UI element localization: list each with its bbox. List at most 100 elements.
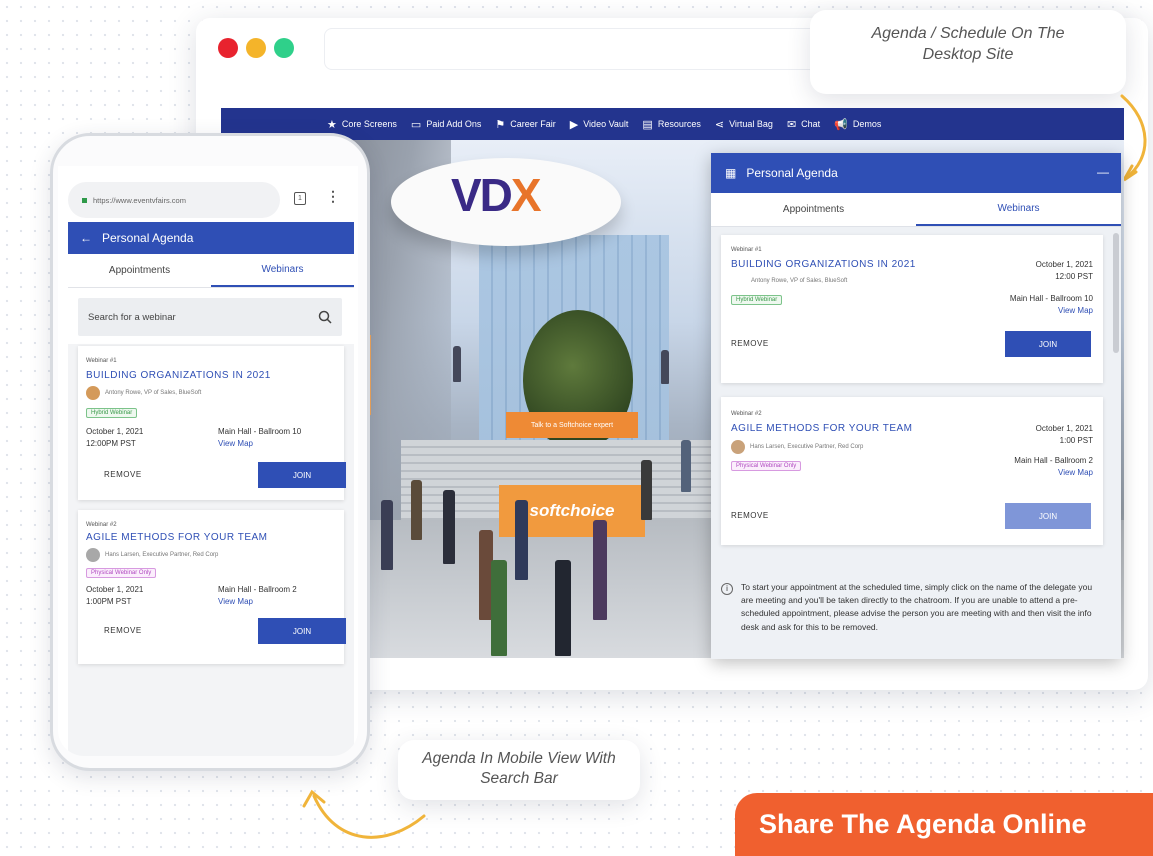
nav-label: Chat — [801, 119, 821, 129]
nav-chat[interactable]: ✉ Chat — [787, 118, 820, 131]
webinar-room: Main Hall - Ballroom 2 — [1014, 456, 1093, 465]
webinar-title[interactable]: BUILDING ORGANIZATIONS IN 2021 — [731, 259, 916, 270]
lobby-avatar — [681, 440, 691, 492]
nav-label: Resources — [657, 119, 701, 129]
lobby-avatar — [515, 500, 528, 580]
speaker-avatar — [86, 386, 100, 400]
lobby-avatar — [555, 560, 571, 656]
webinar-time: 12:00 PST — [1055, 271, 1093, 281]
nav-career-fair[interactable]: ⚑ Career Fair — [495, 118, 555, 131]
desktop-agenda-panel: ▦ Personal Agenda — Appointments Webinar… — [711, 153, 1121, 659]
view-map-link[interactable]: View Map — [218, 596, 297, 608]
webinar-type-badge: Physical Webinar Only — [86, 568, 157, 578]
webinar-card: Webinar #2 AGILE METHODS FOR YOUR TEAM H… — [78, 510, 346, 664]
webinar-title[interactable]: BUILDING ORGANIZATIONS IN 2021 — [86, 370, 271, 381]
tabs-icon[interactable]: 1 — [294, 192, 306, 205]
megaphone-icon: 📢 — [834, 118, 848, 131]
mobile-caption: Agenda In Mobile View With Search Bar — [398, 740, 640, 800]
view-map-link[interactable]: View Map — [1014, 467, 1093, 479]
mobile-screen: https://www.eventvfairs.com 1 ⋮ ← Person… — [58, 166, 358, 756]
join-button[interactable]: JOIN — [258, 462, 346, 488]
agenda-title: Personal Agenda — [746, 166, 838, 180]
webinar-datetime: October 1, 2021 1:00PM PST — [86, 584, 143, 607]
remove-button[interactable]: REMOVE — [731, 339, 769, 348]
info-icon: i — [721, 583, 733, 595]
flag-icon: ⚑ — [495, 118, 506, 131]
lobby-avatar — [381, 500, 393, 570]
webinar-card: Webinar #2 AGILE METHODS FOR YOUR TEAM H… — [721, 397, 1103, 545]
lobby-avatar — [453, 346, 461, 382]
webinar-date: October 1, 2021 — [1035, 260, 1093, 269]
webinar-speaker: Hans Larsen, Executive Partner, Red Corp — [731, 440, 863, 454]
join-button[interactable]: JOIN — [1005, 331, 1091, 357]
share-icon: ⋖ — [714, 118, 725, 131]
webinar-datetime: October 1, 2021 12:00PM PST — [86, 426, 143, 449]
nav-paid-add-ons[interactable]: ▭ Paid Add Ons — [411, 118, 481, 131]
webinar-speaker: Antony Rowe, VP of Sales, BlueSoft — [86, 386, 201, 400]
window-minimize-dot[interactable] — [246, 38, 266, 58]
webinar-title[interactable]: AGILE METHODS FOR YOUR TEAM — [86, 532, 268, 543]
remove-button[interactable]: REMOVE — [731, 511, 769, 520]
vdx-logo-accent: X — [510, 169, 542, 221]
address-bar[interactable] — [324, 28, 824, 70]
lobby-avatar — [641, 460, 652, 520]
view-map-link[interactable]: View Map — [218, 438, 301, 450]
join-button[interactable]: JOIN — [1005, 503, 1091, 529]
agenda-info-text: To start your appointment at the schedul… — [741, 582, 1093, 632]
vdx-logo: VDX — [451, 168, 542, 222]
agenda-tabs: Appointments Webinars — [711, 193, 1121, 227]
tab-webinars[interactable]: Webinars — [916, 193, 1121, 226]
webinar-location: Main Hall - Ballroom 2 View Map — [218, 584, 297, 607]
lock-icon — [82, 197, 87, 203]
webinar-label: Webinar #2 — [731, 411, 762, 417]
webinar-title[interactable]: AGILE METHODS FOR YOUR TEAM — [731, 423, 913, 434]
nav-video-vault[interactable]: ▶ Video Vault — [570, 118, 629, 131]
tab-appointments[interactable]: Appointments — [68, 254, 211, 287]
webinar-time: 1:00 PST — [1059, 435, 1093, 445]
webinar-search-input[interactable]: Search for a webinar — [78, 298, 342, 336]
webinar-label: Webinar #2 — [86, 522, 117, 528]
nav-resources[interactable]: ▤ Resources — [642, 118, 700, 131]
webinar-label: Webinar #1 — [86, 358, 117, 364]
site-navbar: ★ Core Screens ▭ Paid Add Ons ⚑ Career Fair… — [221, 108, 1124, 140]
view-map-link[interactable]: View Map — [1010, 305, 1093, 317]
lobby-avatar — [593, 520, 607, 620]
speaker-name: Antony Rowe, VP of Sales, BlueSoft — [751, 278, 848, 284]
window-close-dot[interactable] — [218, 38, 238, 58]
webinar-date: October 1, 2021 — [86, 585, 144, 594]
mobile-address-bar[interactable]: https://www.eventvfairs.com — [68, 182, 280, 218]
tab-webinars[interactable]: Webinars — [211, 254, 354, 287]
nav-label: Career Fair — [510, 119, 556, 129]
mobile-url-text: https://www.eventvfairs.com — [93, 195, 186, 205]
search-icon[interactable] — [318, 310, 332, 324]
more-menu-icon[interactable]: ⋮ — [326, 188, 340, 205]
nav-demos[interactable]: 📢 Demos — [834, 118, 881, 131]
lobby-avatar — [661, 350, 669, 384]
tab-appointments[interactable]: Appointments — [711, 193, 916, 226]
webinar-label: Webinar #1 — [731, 247, 762, 253]
speaker-avatar — [86, 548, 100, 562]
webinar-type-badge: Physical Webinar Only — [731, 461, 802, 471]
nav-core-screens[interactable]: ★ Core Screens — [327, 118, 397, 131]
webinar-datetime: October 1, 2021 12:00 PST — [1036, 259, 1093, 282]
remove-button[interactable]: REMOVE — [104, 626, 142, 635]
collapse-button[interactable]: — — [1097, 165, 1109, 179]
scrollbar[interactable] — [1113, 233, 1119, 353]
join-button[interactable]: JOIN — [258, 618, 346, 644]
window-maximize-dot[interactable] — [274, 38, 294, 58]
agenda-info-note: i To start your appointment at the sched… — [721, 581, 1103, 634]
webinar-card: Webinar #1 BUILDING ORGANIZATIONS IN 202… — [721, 235, 1103, 383]
expert-sign[interactable]: Talk to a Softchoice expert — [506, 412, 638, 438]
desktop-caption-text: Agenda / Schedule On The Desktop Site — [871, 25, 1065, 63]
nav-virtual-bag[interactable]: ⋖ Virtual Bag — [715, 118, 773, 131]
chat-icon: ✉ — [786, 118, 797, 131]
mobile-agenda-tabs: Appointments Webinars — [68, 254, 354, 288]
webinar-room: Main Hall - Ballroom 10 — [218, 427, 302, 436]
webinar-date: October 1, 2021 — [86, 427, 144, 436]
webinar-time: 1:00PM PST — [86, 596, 132, 606]
remove-button[interactable]: REMOVE — [104, 470, 142, 479]
back-arrow-icon[interactable]: ← — [80, 231, 92, 245]
webinar-card: Webinar #1 BUILDING ORGANIZATIONS IN 202… — [78, 346, 346, 500]
vdx-logo-main: VD — [451, 169, 513, 221]
speaker-name: Hans Larsen, Executive Partner, Red Corp — [750, 444, 864, 450]
